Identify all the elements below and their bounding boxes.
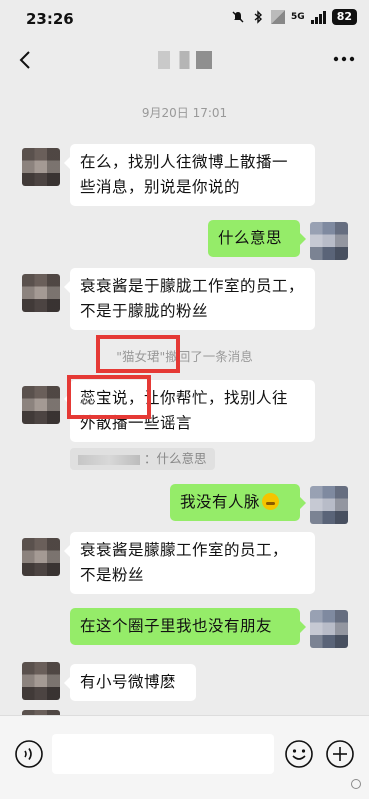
message-line: 什么意思 [218,229,283,247]
bluetooth-icon [254,10,263,24]
message-timestamp: 9月20日 17:01 [141,106,228,120]
more-dots-icon[interactable] [333,56,355,62]
obscured-status-icon [271,10,286,24]
my-avatar[interactable] [310,222,348,260]
message-line: 外散播一些谣言 [80,414,193,432]
chevron-left-icon[interactable] [14,48,38,72]
plus-icon[interactable] [325,739,355,769]
message-line: 些消息，别说是你说的 [80,178,241,196]
quote-text: ：什么意思 [144,451,207,466]
contact-avatar[interactable] [22,662,60,700]
my-avatar[interactable] [310,486,348,524]
contact-avatar[interactable] [22,148,60,186]
battery-indicator: 82 [331,9,357,25]
message-line: 蕊宝说，让你帮忙，找别人往 [80,389,289,407]
contact-avatar[interactable] [22,274,60,312]
message-bubble[interactable]: 什么意思 [208,220,306,257]
crying-emoji-icon [262,493,280,510]
message-bubble[interactable]: 衰衰酱是于朦胧工作室的员工， 不是于朦胧的粉丝 [64,268,315,330]
quote-sender-obscured [78,454,140,465]
message-line: 我没有人脉 [180,493,261,511]
signal-icon [310,10,326,24]
status-bar: 23:26 5G 82 [0,0,369,38]
chat-title-obscured [158,51,212,69]
message-bubble[interactable]: 在这个圈子里我也没有朋友 [70,608,306,645]
contact-avatar[interactable] [22,538,60,576]
mute-bell-icon [232,11,244,23]
watermark [351,779,361,789]
message-bubble[interactable]: 我没有人脉 [170,484,306,521]
input-bar [0,715,369,799]
message-input[interactable] [52,734,274,774]
my-avatar[interactable] [310,610,348,648]
recall-notice: "猫女珺"撤回了一条消息 [116,349,253,364]
status-time: 23:26 [26,10,74,28]
chat-header [0,38,369,82]
message-line: 有小号微博麽 [80,673,177,691]
message-line: 在么，找别人往微博上散播一 [80,153,289,171]
message-line: 在这个圈子里我也没有朋友 [80,617,273,635]
message-line: 不是于朦胧的粉丝 [80,302,209,320]
voice-icon[interactable] [14,739,44,769]
message-bubble[interactable]: 衰衰酱是朦朦工作室的员工， 不是粉丝 [64,532,315,594]
network-label: 5G [291,12,305,22]
message-bubble[interactable]: 在么，找别人往微博上散播一 些消息，别说是你说的 [64,144,315,206]
chat-messages[interactable]: 9月20日 17:01 在么，找别人往微博上散播一 些消息，别说是你说的 什么意… [0,82,369,715]
contact-avatar[interactable] [22,386,60,424]
message-bubble[interactable]: 蕊宝说，让你帮忙，找别人往 外散播一些谣言 [64,380,315,442]
status-icons: 5G 82 [231,9,357,25]
quoted-message[interactable]: ：什么意思 [70,448,215,470]
emoji-icon[interactable] [284,739,314,769]
message-line: 衰衰酱是朦朦工作室的员工， [80,541,289,559]
weibo-logo-icon [351,779,361,789]
message-line: 不是粉丝 [80,566,145,584]
message-bubble[interactable]: 有小号微博麽 [64,664,196,701]
message-line: 衰衰酱是于朦胧工作室的员工， [80,277,305,295]
